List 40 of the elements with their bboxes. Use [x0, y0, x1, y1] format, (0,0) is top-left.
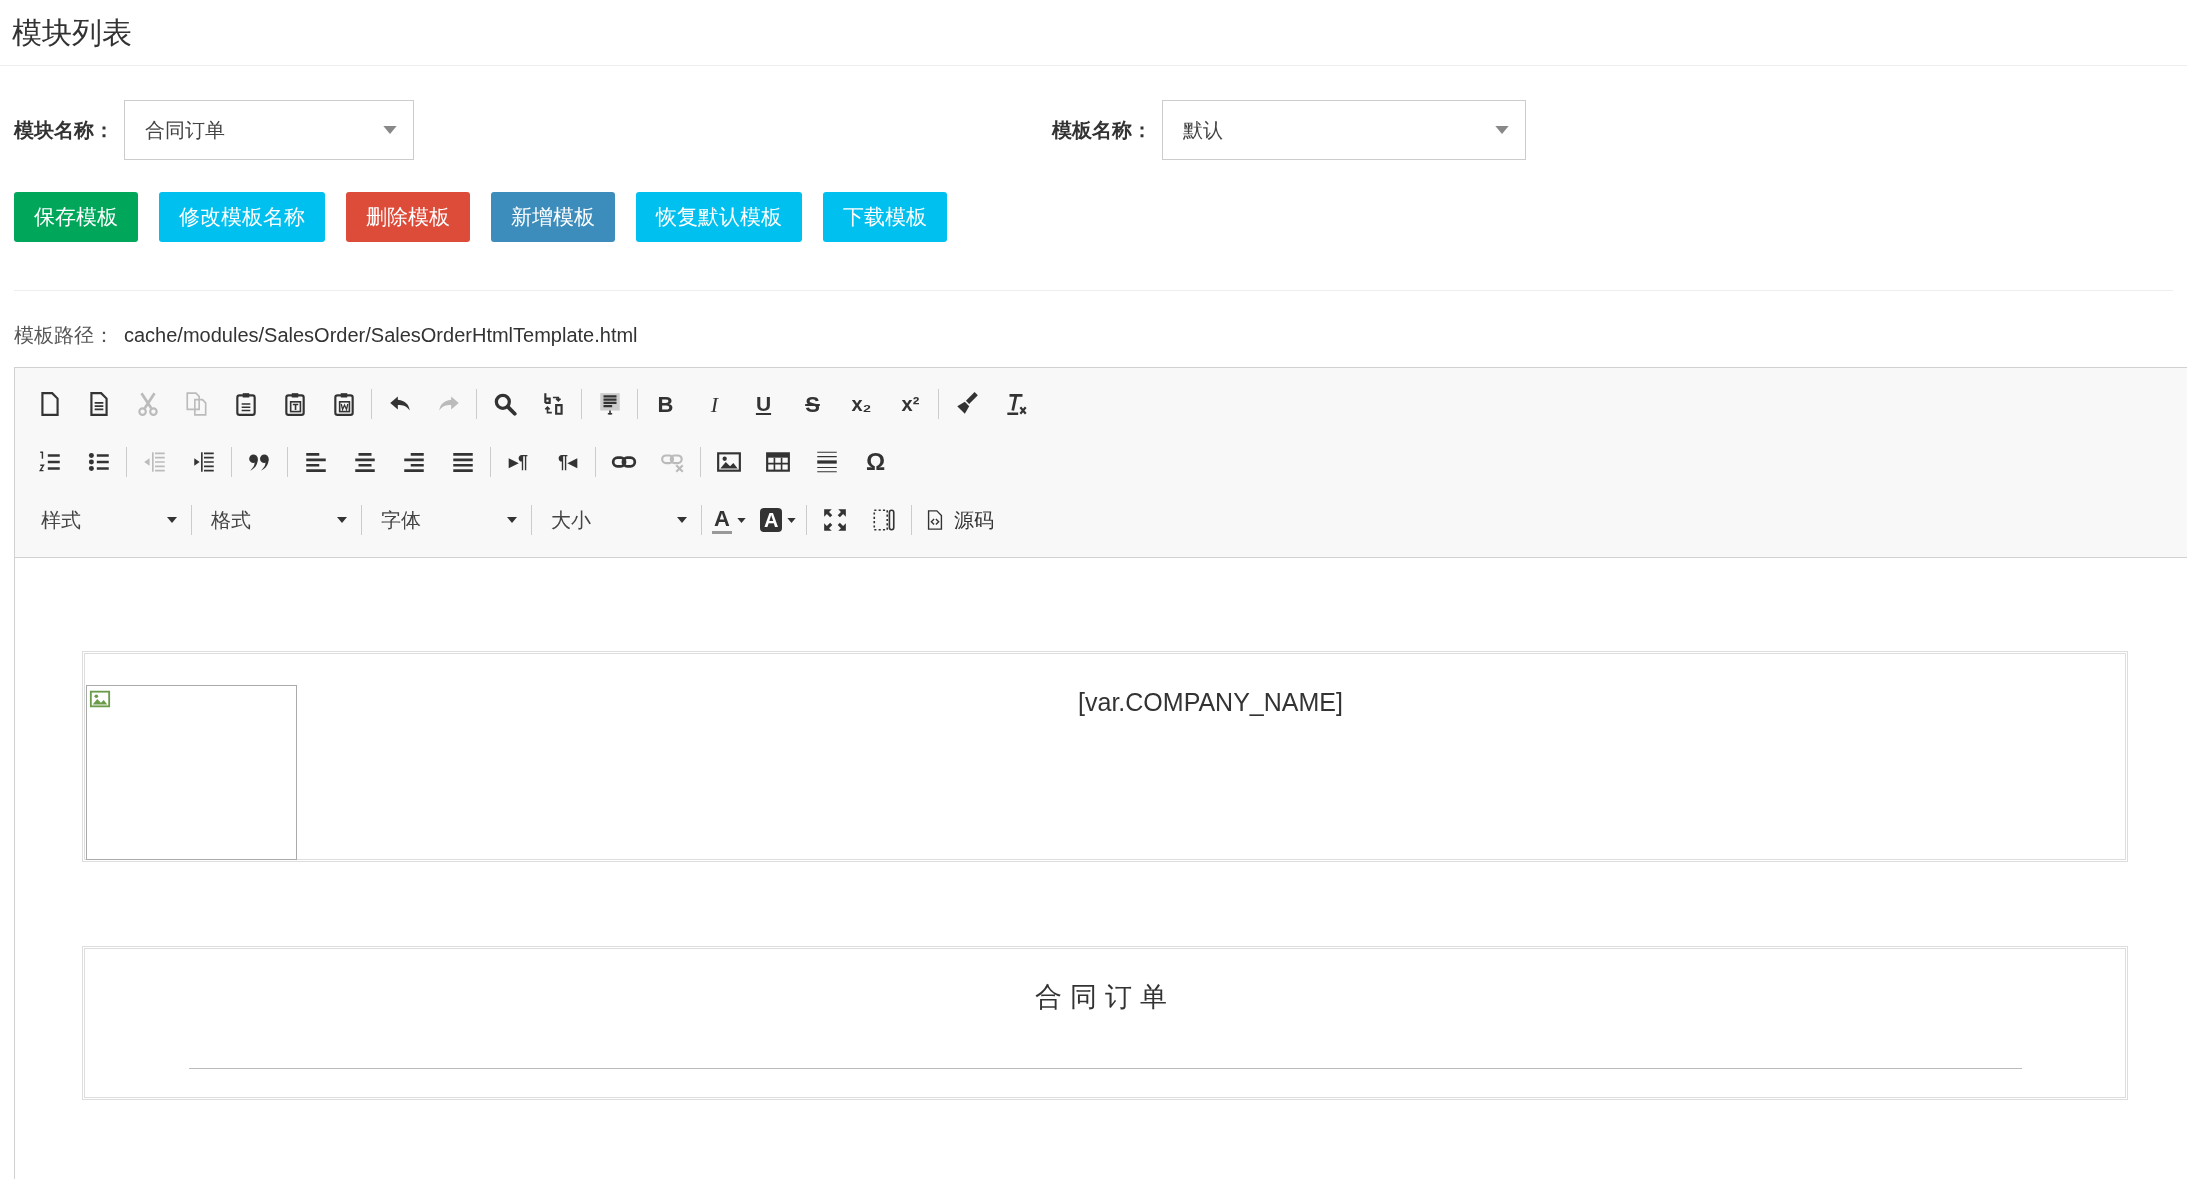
italic-button[interactable]: I [693, 384, 736, 424]
dropdown-field[interactable]: 合同订单 [124, 100, 414, 160]
dropdown-button[interactable]: 格式 [198, 500, 355, 540]
caret-icon [167, 517, 177, 523]
left-to-right-button[interactable]: ▸¶ [497, 442, 540, 482]
action-button[interactable]: 删除模板 [346, 192, 470, 242]
dropdown-field[interactable]: 默认 [1162, 100, 1526, 160]
caret-icon [1495, 126, 1509, 134]
path-label: 模板路径： [14, 323, 115, 348]
source-button[interactable]: 源码 [918, 500, 1001, 540]
broken-image-icon [89, 688, 111, 710]
maximize-icon [821, 507, 848, 533]
subscript-button[interactable]: x₂ [840, 384, 883, 424]
underline-button[interactable]: U [742, 384, 785, 424]
caret-icon [337, 517, 347, 523]
company-name: [var.COMPANY_NAME] [1078, 687, 1343, 717]
action-button[interactable]: 新增模板 [491, 192, 615, 242]
page-title: 模块列表 [12, 15, 132, 51]
caret-icon [383, 126, 397, 134]
caret-icon [736, 517, 746, 523]
special-character-button[interactable]: Ω [854, 442, 897, 482]
dropdown-button[interactable]: 字体 [368, 500, 525, 540]
text-color-button[interactable]: A [708, 500, 750, 540]
document-title: 合同订单 [1034, 981, 1176, 1014]
show-blocks-icon [870, 507, 897, 533]
dropdown-button[interactable]: 样式 [28, 500, 185, 540]
caret-icon [507, 517, 517, 523]
table-icon [764, 449, 791, 475]
bold-button[interactable]: B [644, 384, 687, 424]
filter-label: 模板名称： [1052, 118, 1153, 143]
dropdown-button[interactable]: 大小 [538, 500, 695, 540]
right-to-left-button[interactable]: ¶◂ [546, 442, 589, 482]
superscript-button[interactable]: x² [889, 384, 932, 424]
background-color-button[interactable]: A [755, 500, 801, 540]
caret-icon [787, 517, 797, 523]
filter-label: 模块名称： [14, 118, 115, 143]
image-icon [715, 449, 742, 475]
path-value: cache/modules/SalesOrder/SalesOrderHtmlTemplate.html [124, 323, 638, 348]
strikethrough-button[interactable]: S [791, 384, 834, 424]
caret-icon [677, 517, 687, 523]
